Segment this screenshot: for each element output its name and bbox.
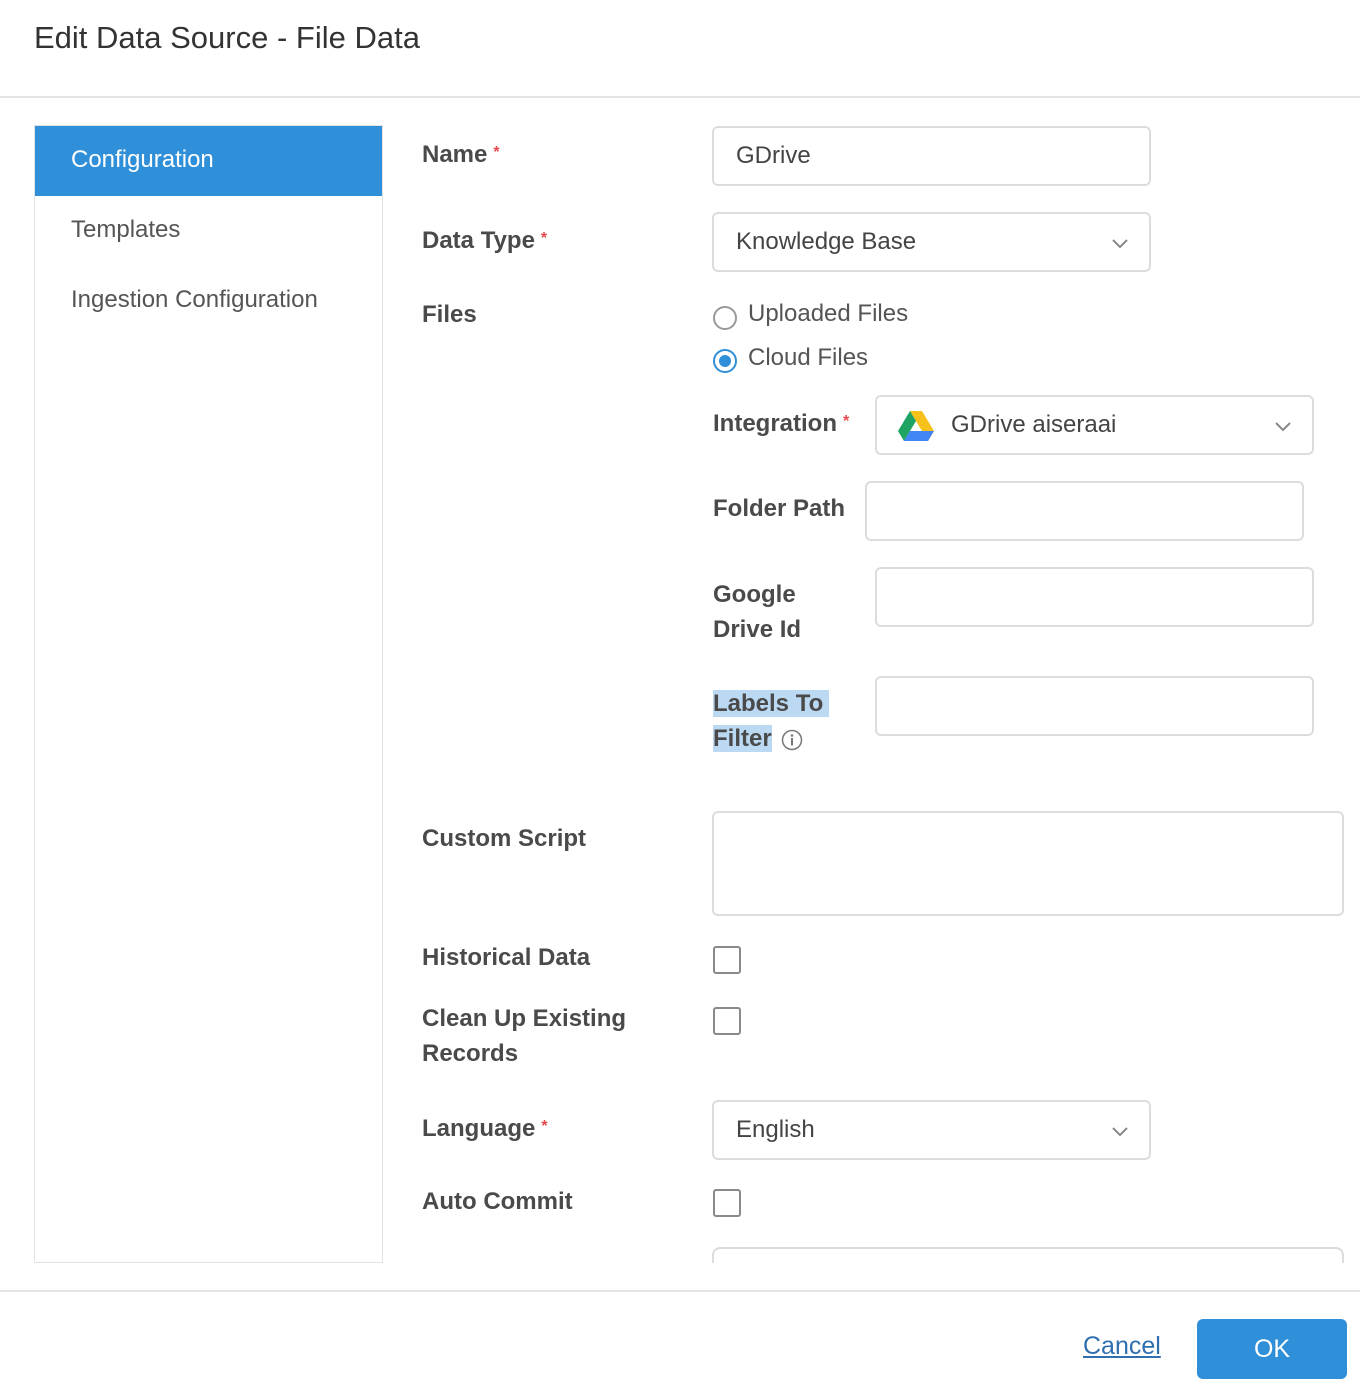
required-marker: * xyxy=(540,230,548,247)
sidebar-item-configuration[interactable]: Configuration xyxy=(35,126,382,196)
integration-value: GDrive aiseraai xyxy=(951,411,1117,438)
uploaded-files-label[interactable]: Uploaded Files xyxy=(748,299,908,329)
data-type-value: Knowledge Base xyxy=(736,228,917,255)
folder-path-label: Folder Path xyxy=(713,495,846,522)
custom-script-label: Custom Script xyxy=(422,825,587,852)
data-type-label: Data Type * xyxy=(422,223,547,258)
google-drive-id-label-line1: Google xyxy=(713,581,796,608)
clean-up-label: Clean Up Existing Records xyxy=(422,1001,626,1071)
ok-button[interactable]: OK xyxy=(1197,1319,1347,1379)
clean-up-label-line2: Records xyxy=(422,1040,519,1067)
google-drive-icon xyxy=(898,411,934,441)
labels-to-filter-label-line1: Labels To xyxy=(713,690,830,717)
language-value: English xyxy=(736,1116,815,1143)
integration-label: Integration * xyxy=(713,406,849,441)
sidebar-nav: Configuration Templates Ingestion Config… xyxy=(34,125,383,1263)
clean-up-checkbox[interactable] xyxy=(713,1007,741,1035)
data-type-label-text: Data Type xyxy=(422,227,535,254)
integration-select[interactable]: GDrive aiseraai xyxy=(875,395,1314,455)
scroll-clipped-field xyxy=(712,1247,1344,1263)
chevron-down-icon xyxy=(1112,1127,1128,1137)
name-input[interactable] xyxy=(712,126,1151,186)
chevron-down-icon xyxy=(1112,239,1128,249)
auto-commit-label: Auto Commit xyxy=(422,1188,573,1215)
google-drive-id-label: Google Drive Id xyxy=(713,577,801,647)
name-label: Name * xyxy=(422,137,500,172)
uploaded-files-radio[interactable] xyxy=(713,306,737,330)
info-icon[interactable] xyxy=(781,729,803,751)
required-marker: * xyxy=(843,413,850,430)
cloud-files-label[interactable]: Cloud Files xyxy=(748,343,868,373)
labels-to-filter-label-line2: Filter xyxy=(713,725,772,752)
cancel-button[interactable]: Cancel xyxy=(1083,1332,1161,1361)
google-drive-id-label-line2: Drive Id xyxy=(713,616,802,643)
labels-to-filter-input[interactable] xyxy=(875,676,1314,736)
clean-up-label-line1: Clean Up Existing xyxy=(422,1005,627,1032)
data-type-select[interactable]: Knowledge Base xyxy=(712,212,1151,272)
language-label: Language * xyxy=(422,1111,548,1146)
chevron-down-icon xyxy=(1275,422,1291,432)
cloud-files-radio[interactable] xyxy=(713,349,737,373)
language-label-text: Language xyxy=(422,1115,536,1142)
files-label: Files xyxy=(422,301,477,328)
folder-path-input[interactable] xyxy=(865,481,1304,541)
labels-to-filter-label: Labels To Filter xyxy=(713,686,830,756)
sidebar-item-ingestion-configuration[interactable]: Ingestion Configuration xyxy=(35,266,382,336)
integration-label-text: Integration xyxy=(713,410,837,437)
sidebar-item-templates[interactable]: Templates xyxy=(35,196,382,266)
historical-data-label: Historical Data xyxy=(422,944,591,971)
language-select[interactable]: English xyxy=(712,1100,1151,1160)
dialog-title: Edit Data Source - File Data xyxy=(34,20,420,55)
footer-divider xyxy=(0,1290,1360,1292)
header-divider xyxy=(0,96,1360,98)
auto-commit-checkbox[interactable] xyxy=(713,1189,741,1217)
required-marker: * xyxy=(541,1118,548,1135)
name-label-text: Name xyxy=(422,141,488,168)
required-marker: * xyxy=(493,144,500,161)
google-drive-id-input[interactable] xyxy=(875,567,1314,627)
historical-data-checkbox[interactable] xyxy=(713,946,741,974)
custom-script-textarea[interactable] xyxy=(712,811,1344,916)
